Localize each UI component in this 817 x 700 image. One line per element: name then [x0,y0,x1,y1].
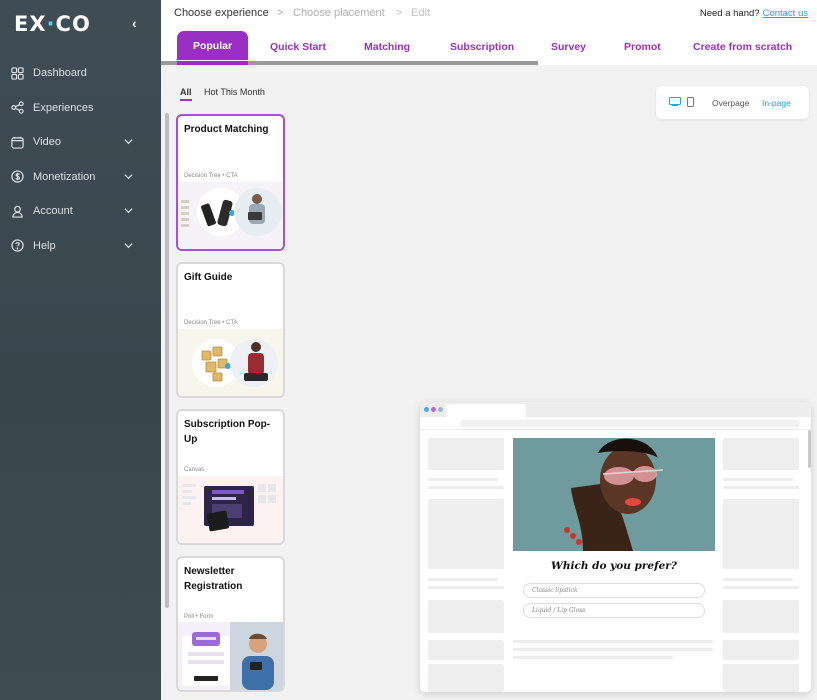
sidebar-item-monetization[interactable]: Monetization [0,160,161,195]
inpage-option[interactable]: In-page [762,98,791,108]
breadcrumb-separator: > [396,7,403,19]
breadcrumb-edit: Edit [411,7,430,19]
desktop-icon[interactable] [669,97,681,106]
breadcrumb-choose-placement: Choose placement [293,7,385,19]
tabs-underline-active [177,61,248,65]
sidebar-item-dashboard[interactable]: Dashboard [0,56,161,91]
hero-image [513,438,715,551]
question-circle-icon [11,239,24,252]
tab-promot[interactable]: Promot [624,41,661,53]
tab-popular[interactable]: Popular [177,31,248,60]
sidebar: EX·CO ‹ Dashboard Experiences Video Mone… [0,0,161,700]
browser-chrome [420,402,811,417]
tab-matching[interactable]: Matching [364,41,410,53]
card-title: Newsletter Registration [184,566,243,592]
template-card-subscription-popup[interactable]: Subscription Pop-Up Canvas [176,409,285,545]
browser-address-bar [420,417,811,430]
sidebar-item-label: Video [33,136,61,149]
card-title: Subscription Pop-Up [184,419,271,445]
sidebar-item-experiences[interactable]: Experiences [0,91,161,126]
filter-hot-this-month[interactable]: Hot This Month [204,87,265,97]
user-icon [12,205,23,218]
card-illustration [178,329,283,396]
poll-option-liquid-lip-gloss[interactable]: Liquid / Lip Gloss [523,603,705,618]
video-calendar-icon [11,136,24,149]
template-card-product-matching[interactable]: Product Matching Decision Tree • CTA [176,114,285,251]
card-subtitle: Poll • Form [184,614,214,620]
card-subtitle: Decision Tree • CTA [184,320,238,326]
card-illustration [178,182,283,249]
card-title: Gift Guide [184,272,233,283]
card-subtitle: Decision Tree • CTA [184,173,238,179]
chevron-left-icon[interactable]: ‹ [132,15,137,31]
sidebar-item-video[interactable]: Video [0,125,161,160]
card-subtitle: Canvas [184,467,205,473]
category-tabs: Popular Quick Start Matching Subscriptio… [161,26,817,65]
tab-survey[interactable]: Survey [551,41,586,53]
sidebar-nav: Dashboard Experiences Video Monetization… [0,56,161,263]
card-title: Product Matching [184,124,269,135]
breadcrumb-separator: > [277,7,284,19]
mobile-icon[interactable] [687,97,694,107]
grid-icon [11,67,24,80]
exco-logo[interactable]: EX·CO [14,12,91,36]
sidebar-item-account[interactable]: Account [0,194,161,229]
contact-us-link[interactable]: Contact us [763,8,808,19]
top-bar: Choose experience > Choose placement > E… [161,0,817,26]
sidebar-item-help[interactable]: Help [0,229,161,264]
filter-all[interactable]: All [180,87,192,101]
card-illustration [178,476,283,543]
poll-option-classic-lipstick[interactable]: Classic lipstick [523,583,705,598]
tabs-underline [161,61,538,65]
share-nodes-icon [11,101,24,114]
breadcrumb-choose-experience[interactable]: Choose experience [174,7,269,19]
template-card-gift-guide[interactable]: Gift Guide Decision Tree • CTA [176,262,285,398]
tab-quick-start[interactable]: Quick Start [270,41,326,53]
sidebar-item-label: Experiences [33,101,94,114]
chevron-down-icon [124,139,133,145]
sidebar-item-label: Dashboard [33,67,87,80]
display-mode-panel: Overpage In-page [656,86,809,119]
sidebar-item-label: Account [33,205,73,218]
sidebar-item-label: Monetization [33,170,96,183]
chevron-down-icon [124,242,133,248]
tab-subscription[interactable]: Subscription [450,41,514,53]
preview-scrollbar[interactable] [808,430,811,468]
cards-scrollbar[interactable] [165,113,169,608]
template-card-newsletter-registration[interactable]: Newsletter Registration Poll • Form [176,556,285,692]
chevron-down-icon [124,208,133,214]
poll-question: Which do you prefer? [551,560,677,572]
tab-create-from-scratch[interactable]: Create from scratch [693,41,792,53]
card-illustration [178,622,283,690]
in-page-preview: Which do you prefer? Classic lipstick Li… [420,402,811,692]
help-prompt: Need a hand? Contact us [699,8,808,19]
sidebar-item-label: Help [33,239,56,252]
dollar-circle-icon [11,170,24,183]
overpage-option[interactable]: Overpage [712,98,749,108]
chevron-down-icon [124,173,133,179]
